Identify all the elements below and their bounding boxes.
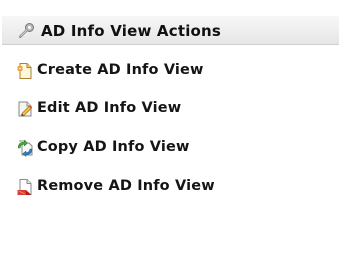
new-document-icon	[16, 62, 34, 80]
ad-info-view-actions-panel: AD Info View Actions Create AD Info View	[0, 0, 345, 261]
edit-document-icon	[16, 100, 34, 118]
copy-ad-info-view-link[interactable]: Copy AD Info View	[16, 137, 316, 159]
remove-ad-info-view-label: Remove AD Info View	[37, 178, 215, 194]
remove-document-icon	[16, 178, 34, 196]
panel-title: AD Info View Actions	[41, 22, 222, 40]
copy-document-icon	[16, 139, 34, 157]
edit-ad-info-view-label: Edit AD Info View	[37, 100, 182, 116]
action-list: Create AD Info View Edit AD Info View Co…	[0, 50, 345, 220]
panel-header: AD Info View Actions	[2, 15, 339, 45]
create-ad-info-view-label: Create AD Info View	[37, 62, 204, 78]
remove-ad-info-view-link[interactable]: Remove AD Info View	[16, 176, 316, 198]
edit-ad-info-view-link[interactable]: Edit AD Info View	[16, 98, 316, 120]
copy-ad-info-view-label: Copy AD Info View	[37, 139, 190, 155]
create-ad-info-view-link[interactable]: Create AD Info View	[16, 60, 316, 82]
wrench-settings-icon	[18, 22, 36, 40]
